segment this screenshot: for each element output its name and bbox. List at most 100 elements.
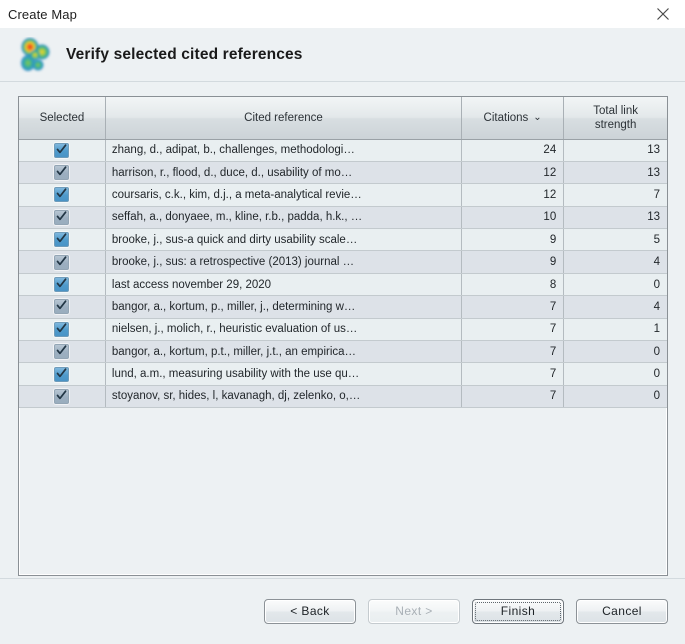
next-button-label: Next > — [395, 604, 433, 618]
column-header-cited-reference[interactable]: Cited reference — [105, 97, 463, 140]
cancel-button[interactable]: Cancel — [576, 598, 668, 624]
row-total-link-strength-cell: 5 — [563, 228, 667, 252]
row-citations-cell: 9 — [461, 228, 565, 252]
table-row[interactable]: harrison, r., flood, d., duce, d., usabi… — [19, 161, 667, 185]
row-selected-cell[interactable] — [19, 340, 106, 364]
row-citations-cell: 7 — [461, 318, 565, 342]
row-total-link-strength-cell: 13 — [563, 206, 667, 230]
row-checkbox[interactable] — [54, 187, 70, 203]
row-selected-cell[interactable] — [19, 183, 106, 207]
title-bar: Create Map — [0, 0, 685, 28]
row-checkbox[interactable] — [54, 142, 70, 158]
row-citations-cell: 7 — [461, 295, 565, 319]
row-selected-cell[interactable] — [19, 206, 106, 230]
row-checkbox[interactable] — [54, 344, 70, 360]
table-row[interactable]: nielsen, j., molich, r., heuristic evalu… — [19, 318, 667, 342]
row-citations-cell: 8 — [461, 273, 565, 297]
row-total-link-strength-cell: 4 — [563, 250, 667, 274]
dialog-header: Verify selected cited references — [0, 28, 685, 82]
close-icon[interactable] — [641, 0, 685, 28]
row-selected-cell[interactable] — [19, 250, 106, 274]
row-selected-cell[interactable] — [19, 161, 106, 185]
column-header-cited-reference-label: Cited reference — [244, 111, 323, 124]
dialog-footer: < Back Next > Finish Cancel — [0, 578, 685, 644]
row-total-link-strength-cell: 7 — [563, 183, 667, 207]
table-row[interactable]: seffah, a., donyaee, m., kline, r.b., pa… — [19, 206, 667, 230]
table-row[interactable]: bangor, a., kortum, p.t., miller, j.t., … — [19, 340, 667, 364]
row-checkbox[interactable] — [54, 366, 70, 382]
vosviewer-density-logo-icon — [18, 37, 52, 73]
row-total-link-strength-cell: 0 — [563, 362, 667, 386]
row-checkbox[interactable] — [54, 321, 70, 337]
row-cited-reference-cell: seffah, a., donyaee, m., kline, r.b., pa… — [105, 206, 463, 230]
sort-descending-caret-icon: ⌄ — [533, 111, 542, 123]
row-selected-cell[interactable] — [19, 385, 106, 409]
row-checkbox[interactable] — [54, 299, 70, 315]
table-row[interactable]: brooke, j., sus: a retrospective (2013) … — [19, 250, 667, 274]
table-row[interactable]: last access november 29, 2020 8 0 — [19, 273, 667, 297]
row-cited-reference-cell: lund, a.m., measuring usability with the… — [105, 362, 463, 386]
cited-references-table: Selected Cited reference Citations ⌄ Tota… — [19, 97, 667, 409]
cited-references-table-frame: Selected Cited reference Citations ⌄ Tota… — [18, 96, 668, 576]
row-selected-cell[interactable] — [19, 318, 106, 342]
column-header-citations[interactable]: Citations ⌄ — [461, 97, 565, 140]
row-cited-reference-cell: harrison, r., flood, d., duce, d., usabi… — [105, 161, 463, 185]
column-header-total-link-strength[interactable]: Total link strength — [563, 97, 667, 140]
table-row[interactable]: coursaris, c.k., kim, d.j., a meta-analy… — [19, 183, 667, 207]
row-checkbox[interactable] — [54, 277, 70, 293]
row-checkbox[interactable] — [54, 165, 70, 181]
row-selected-cell[interactable] — [19, 228, 106, 252]
back-button[interactable]: < Back — [264, 598, 356, 624]
row-cited-reference-cell: zhang, d., adipat, b., challenges, metho… — [105, 139, 463, 162]
row-total-link-strength-cell: 0 — [563, 385, 667, 409]
row-selected-cell[interactable] — [19, 295, 106, 319]
finish-button-label: Finish — [500, 604, 536, 618]
row-citations-cell: 7 — [461, 362, 565, 386]
row-cited-reference-cell: nielsen, j., molich, r., heuristic evalu… — [105, 318, 463, 342]
column-header-citations-label: Citations — [483, 111, 529, 124]
column-header-total-link-strength-label-line2: strength — [594, 118, 637, 131]
row-cited-reference-cell: brooke, j., sus-a quick and dirty usabil… — [105, 228, 463, 252]
row-total-link-strength-cell: 13 — [563, 161, 667, 185]
table-row[interactable]: zhang, d., adipat, b., challenges, metho… — [19, 139, 667, 162]
row-checkbox[interactable] — [54, 388, 70, 404]
dialog-body: Selected Cited reference Citations ⌄ Tota… — [0, 82, 685, 578]
row-citations-cell: 10 — [461, 206, 565, 230]
row-cited-reference-cell: coursaris, c.k., kim, d.j., a meta-analy… — [105, 183, 463, 207]
row-cited-reference-cell: stoyanov, sr, hides, l, kavanagh, dj, ze… — [105, 385, 463, 409]
window-title: Create Map — [8, 6, 77, 22]
row-selected-cell[interactable] — [19, 273, 106, 297]
table-body: zhang, d., adipat, b., challenges, metho… — [19, 139, 667, 409]
table-header-row: Selected Cited reference Citations ⌄ Tota… — [19, 97, 667, 140]
row-selected-cell[interactable] — [19, 139, 106, 162]
table-row[interactable]: lund, a.m., measuring usability with the… — [19, 362, 667, 386]
next-button[interactable]: Next > — [368, 598, 460, 624]
row-citations-cell: 12 — [461, 183, 565, 207]
row-selected-cell[interactable] — [19, 362, 106, 386]
row-checkbox[interactable] — [54, 232, 70, 248]
row-citations-cell: 7 — [461, 385, 565, 409]
table-header: Selected Cited reference Citations ⌄ Tota… — [19, 97, 667, 140]
cancel-button-label: Cancel — [602, 604, 642, 618]
row-checkbox[interactable] — [54, 254, 70, 270]
row-citations-cell: 9 — [461, 250, 565, 274]
row-total-link-strength-cell: 1 — [563, 318, 667, 342]
row-cited-reference-cell: brooke, j., sus: a retrospective (2013) … — [105, 250, 463, 274]
column-header-selected[interactable]: Selected — [19, 97, 106, 140]
row-cited-reference-cell: bangor, a., kortum, p., miller, j., dete… — [105, 295, 463, 319]
row-checkbox[interactable] — [54, 209, 70, 225]
finish-button[interactable]: Finish — [472, 598, 564, 624]
row-total-link-strength-cell: 13 — [563, 139, 667, 162]
row-citations-cell: 7 — [461, 340, 565, 364]
table-row[interactable]: bangor, a., kortum, p., miller, j., dete… — [19, 295, 667, 319]
row-cited-reference-cell: last access november 29, 2020 — [105, 273, 463, 297]
column-header-selected-label: Selected — [39, 111, 85, 124]
row-total-link-strength-cell: 0 — [563, 273, 667, 297]
row-cited-reference-cell: bangor, a., kortum, p.t., miller, j.t., … — [105, 340, 463, 364]
table-row[interactable]: brooke, j., sus-a quick and dirty usabil… — [19, 228, 667, 252]
row-citations-cell: 24 — [461, 139, 565, 162]
create-map-dialog: Create Map Verify selected cited referen… — [0, 0, 685, 644]
table-row[interactable]: stoyanov, sr, hides, l, kavanagh, dj, ze… — [19, 385, 667, 409]
column-header-total-link-strength-label-line1: Total link — [593, 104, 638, 117]
row-total-link-strength-cell: 4 — [563, 295, 667, 319]
